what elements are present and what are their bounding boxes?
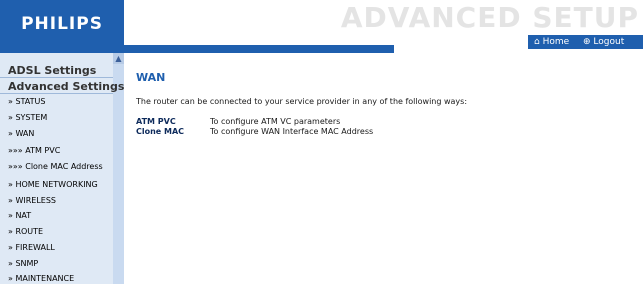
brand-logo: PHILIPS bbox=[0, 0, 124, 47]
logout-link[interactable]: ⊕ Logout bbox=[583, 35, 624, 49]
sidebar-item-firewall[interactable]: » FIREWALL bbox=[8, 243, 55, 252]
header: PHILIPS ADVANCED SETUP ⌂ Home ⊕ Logout bbox=[0, 0, 643, 53]
sidebar-item-wan[interactable]: » WAN bbox=[8, 129, 34, 138]
option-name-atm-pvc[interactable]: ATM PVC bbox=[136, 117, 176, 126]
sidebar-item-snmp[interactable]: » SNMP bbox=[8, 259, 38, 268]
divider bbox=[0, 77, 113, 78]
sidebar-item-route[interactable]: » ROUTE bbox=[8, 227, 43, 236]
logout-icon: ⊕ bbox=[583, 37, 591, 47]
sidebar-item-atm-pvc[interactable]: »»» ATM PVC bbox=[8, 146, 60, 155]
sidebar-item-clone-mac[interactable]: »»» Clone MAC Address bbox=[8, 162, 103, 171]
home-link[interactable]: ⌂ Home bbox=[534, 35, 569, 49]
logout-label: Logout bbox=[593, 37, 625, 47]
page-description: The router can be connected to your serv… bbox=[136, 97, 468, 106]
option-desc-clone-mac: To configure WAN Interface MAC Address bbox=[210, 127, 374, 136]
page-banner-title: ADVANCED SETUP bbox=[340, 1, 639, 34]
scroll-up-arrow-icon[interactable]: ▲ bbox=[113, 53, 124, 64]
top-nav: ⌂ Home ⊕ Logout bbox=[528, 35, 643, 49]
sidebar-item-nat[interactable]: » NAT bbox=[8, 211, 31, 220]
divider bbox=[0, 93, 113, 94]
sidebar-item-wireless[interactable]: » WIRELESS bbox=[8, 196, 56, 205]
sidebar-item-status[interactable]: » STATUS bbox=[8, 97, 45, 106]
home-label: Home bbox=[542, 37, 570, 47]
page-title: WAN bbox=[136, 71, 166, 84]
main-content: WAN The router can be connected to your … bbox=[124, 53, 643, 284]
sidebar-item-system[interactable]: » SYSTEM bbox=[8, 113, 47, 122]
sidebar-item-home-networking[interactable]: » HOME NETWORKING bbox=[8, 180, 98, 189]
option-name-clone-mac[interactable]: Clone MAC bbox=[136, 127, 184, 136]
sidebar-section-adsl-settings[interactable]: ADSL Settings bbox=[8, 64, 96, 77]
option-desc-atm-pvc: To configure ATM VC parameters bbox=[210, 117, 341, 126]
brand-name: PHILIPS bbox=[21, 14, 103, 34]
home-icon: ⌂ bbox=[534, 37, 540, 47]
header-bar bbox=[0, 45, 394, 53]
sidebar-item-maintenance[interactable]: » MAINTENANCE bbox=[8, 274, 74, 283]
sidebar-section-advanced-settings[interactable]: Advanced Settings bbox=[8, 80, 124, 93]
